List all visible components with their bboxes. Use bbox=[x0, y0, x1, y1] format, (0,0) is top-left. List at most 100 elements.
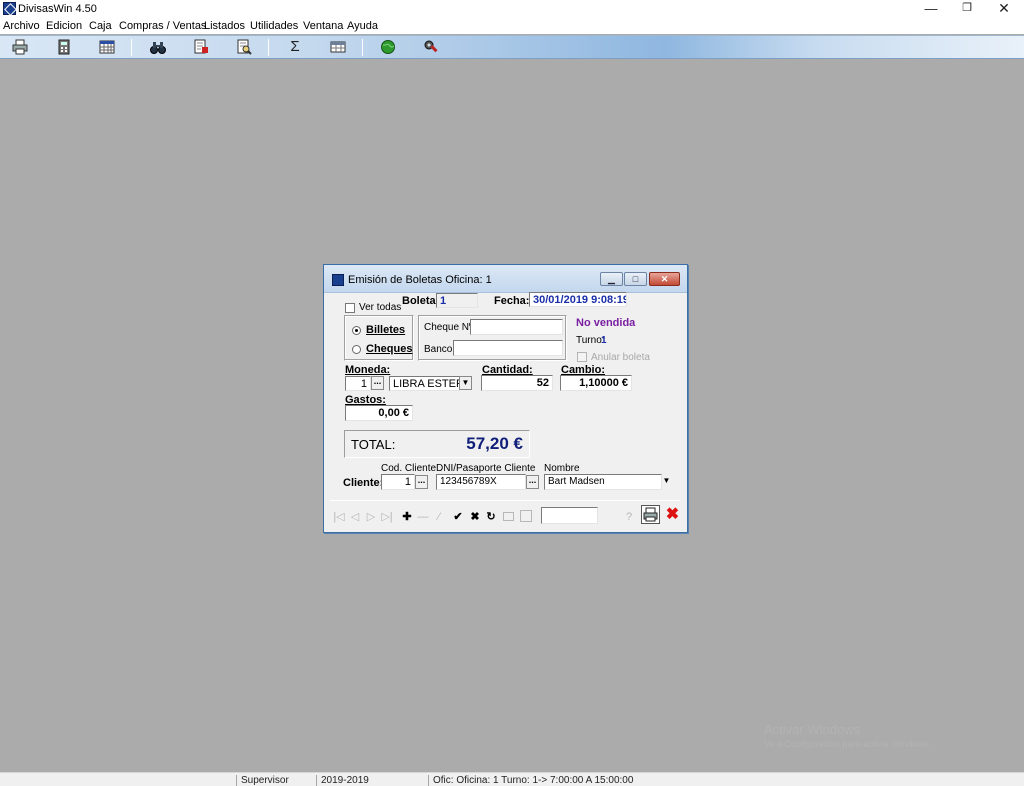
nav-next-button[interactable]: ▷ bbox=[365, 511, 377, 523]
status-badge: No vendida bbox=[576, 317, 636, 329]
boleta-dialog: Emisión de Boletas Oficina: 1 ▁ □ ✕ Ver … bbox=[323, 264, 688, 533]
dialog-title: Emisión de Boletas Oficina: 1 bbox=[348, 274, 492, 286]
nav-post-button[interactable]: ✔ bbox=[452, 511, 464, 523]
moneda-label: Moneda: bbox=[345, 364, 391, 376]
print-button[interactable] bbox=[641, 505, 660, 524]
nav-refresh-button[interactable]: ↻ bbox=[485, 511, 497, 523]
toolbar-separator bbox=[362, 39, 363, 56]
close-dialog-x-icon[interactable]: ✖ bbox=[663, 505, 682, 524]
status-period: 2019-2019 bbox=[316, 775, 428, 786]
cheques-radio[interactable] bbox=[352, 345, 361, 354]
sum-icon[interactable]: Σ bbox=[287, 39, 303, 55]
close-window-button[interactable]: ✕ bbox=[987, 0, 1021, 18]
printer-icon[interactable] bbox=[12, 39, 28, 55]
app-logo-icon bbox=[3, 2, 16, 15]
dialog-title-bar: Emisión de Boletas Oficina: 1 ▁ □ ✕ bbox=[324, 265, 687, 293]
cheque-numero-input[interactable] bbox=[470, 319, 563, 335]
globe-icon[interactable] bbox=[380, 39, 396, 55]
restore-button[interactable]: ❐ bbox=[950, 0, 984, 18]
calculator-icon[interactable] bbox=[56, 39, 72, 55]
moneda-lookup-button[interactable]: ... bbox=[371, 376, 384, 390]
cheque-numero-label: Cheque Nº: bbox=[424, 322, 476, 333]
billetes-radio[interactable] bbox=[352, 326, 361, 335]
boleta-field: 1 bbox=[436, 293, 478, 308]
moneda-select[interactable]: LIBRA ESTERLIN bbox=[389, 376, 460, 391]
table-icon[interactable] bbox=[330, 39, 346, 55]
nombre-select[interactable]: Bart Madsen bbox=[544, 474, 662, 490]
title-bar: DivisasWin 4.50 — ❐ ✕ bbox=[0, 0, 1024, 18]
menu-bar: Archivo Edicion Caja Compras / Ventas Li… bbox=[0, 18, 1024, 34]
gear-tools-icon[interactable] bbox=[423, 39, 439, 55]
ver-todas-checkbox[interactable] bbox=[345, 303, 355, 313]
document-search-icon[interactable] bbox=[236, 39, 252, 55]
dialog-minimize-button[interactable]: ▁ bbox=[600, 272, 623, 286]
document-edit-icon[interactable] bbox=[193, 39, 209, 55]
dialog-close-button[interactable]: ✕ bbox=[649, 272, 680, 286]
anular-boleta-checkbox bbox=[577, 352, 587, 362]
help-button[interactable]: ? bbox=[622, 511, 636, 523]
dni-field[interactable]: 123456789X bbox=[436, 474, 526, 490]
nav-delete-button[interactable]: — bbox=[417, 511, 429, 523]
cliente-label: Cliente: bbox=[343, 477, 384, 489]
printer-icon bbox=[643, 507, 658, 522]
nav-cancel-button[interactable]: ✖ bbox=[469, 511, 481, 523]
watermark-line-2: Ve a Configuración para activar Windows. bbox=[764, 739, 932, 749]
moneda-dropdown-icon[interactable]: ▼ bbox=[459, 376, 472, 390]
fecha-label: Fecha: bbox=[494, 295, 530, 307]
minimize-button[interactable]: — bbox=[914, 0, 948, 18]
cheques-label: Cheques bbox=[366, 343, 413, 355]
anular-boleta-label: Anular boleta bbox=[591, 352, 650, 363]
cambio-input[interactable]: 1,10000 € bbox=[560, 375, 632, 391]
activation-watermark: Activar Windows Ve a Configuración para … bbox=[764, 722, 931, 749]
boleta-label: Boleta: bbox=[402, 295, 440, 307]
total-value: 57,20 € bbox=[466, 434, 523, 453]
ver-todas-label: Ver todas bbox=[359, 302, 402, 313]
cliente-lookup-button[interactable]: ... bbox=[415, 475, 428, 489]
fecha-field: 30/01/2019 9:08:19 bbox=[529, 292, 627, 307]
binoculars-icon[interactable] bbox=[150, 39, 166, 55]
nav-add-button[interactable]: ✚ bbox=[401, 511, 413, 523]
toolbar-separator bbox=[268, 39, 269, 56]
menu-compras-ventas[interactable]: Compras / Ventas bbox=[119, 20, 206, 32]
menu-edicion[interactable]: Edicion bbox=[46, 20, 82, 32]
nav-divider bbox=[330, 500, 680, 501]
menu-listados[interactable]: Listados bbox=[204, 20, 245, 32]
cod-cliente-label: Cod. Cliente bbox=[381, 463, 437, 474]
nav-last-button[interactable]: ▷| bbox=[381, 511, 393, 523]
turno-value: 1 bbox=[601, 335, 607, 346]
toolbar: Σ bbox=[0, 35, 1024, 59]
dialog-app-icon bbox=[332, 274, 344, 286]
nav-search-input[interactable] bbox=[541, 507, 598, 524]
menu-archivo[interactable]: Archivo bbox=[3, 20, 40, 32]
moneda-code-field[interactable]: 1 bbox=[345, 376, 371, 391]
nombre-label: Nombre bbox=[544, 463, 580, 474]
nav-first-button[interactable]: |◁ bbox=[333, 511, 345, 523]
watermark-line-1: Activar Windows bbox=[764, 722, 861, 737]
cliente-code-field[interactable]: 1 bbox=[381, 474, 415, 490]
toolbar-separator bbox=[131, 39, 132, 56]
window-title: DivisasWin 4.50 bbox=[18, 3, 97, 15]
nombre-dropdown-icon[interactable]: ▼ bbox=[660, 475, 673, 489]
status-office: Ofic: Oficina: 1 Turno: 1-> 7:00:00 A 15… bbox=[428, 775, 728, 786]
nav-print-preview-icon[interactable] bbox=[503, 512, 514, 521]
nav-edit-button[interactable]: ⁄ bbox=[433, 511, 445, 523]
menu-ventana[interactable]: Ventana bbox=[303, 20, 343, 32]
total-label: TOTAL: bbox=[351, 437, 396, 452]
menu-utilidades[interactable]: Utilidades bbox=[250, 20, 298, 32]
dialog-maximize-button[interactable]: □ bbox=[624, 272, 647, 286]
dni-lookup-button[interactable]: ... bbox=[526, 475, 539, 489]
status-bar: Supervisor 2019-2019 Ofic: Oficina: 1 Tu… bbox=[0, 772, 1024, 786]
billetes-label: Billetes bbox=[366, 324, 406, 336]
nav-prev-button[interactable]: ◁ bbox=[349, 511, 361, 523]
total-box: TOTAL: 57,20 € bbox=[344, 430, 530, 458]
calendar-grid-icon[interactable] bbox=[99, 39, 115, 55]
banco-label: Banco: bbox=[424, 344, 456, 355]
status-user: Supervisor bbox=[236, 775, 316, 786]
menu-ayuda[interactable]: Ayuda bbox=[347, 20, 378, 32]
menu-caja[interactable]: Caja bbox=[89, 20, 112, 32]
dni-label: DNI/Pasaporte Cliente bbox=[436, 463, 536, 474]
gastos-input[interactable]: 0,00 € bbox=[345, 405, 413, 421]
cantidad-input[interactable]: 52 bbox=[481, 375, 553, 391]
nav-grid-icon[interactable] bbox=[520, 510, 532, 522]
banco-input[interactable] bbox=[453, 340, 563, 356]
